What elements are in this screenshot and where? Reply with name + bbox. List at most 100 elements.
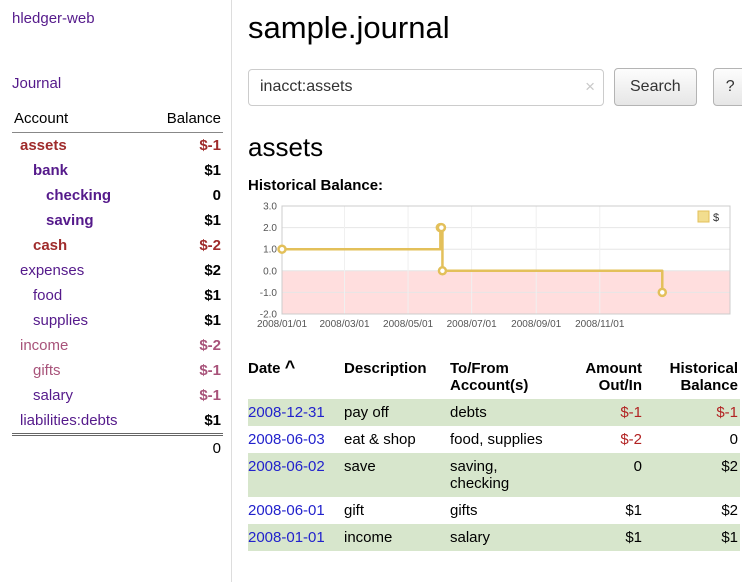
account-link-gifts[interactable]: gifts bbox=[33, 362, 61, 379]
transaction-description: pay off bbox=[344, 399, 450, 426]
account-row-liabilities-debts: liabilities:debts $1 bbox=[12, 408, 223, 433]
account-link-expenses[interactable]: expenses bbox=[20, 262, 84, 279]
svg-text:2008/07/01: 2008/07/01 bbox=[447, 319, 497, 330]
hledger-web-app: hledger-web Journal Account Balance asse… bbox=[0, 0, 742, 582]
account-balance: $1 bbox=[204, 212, 221, 229]
sidebar-item-journal[interactable]: Journal bbox=[12, 75, 223, 92]
page-title: sample.journal bbox=[248, 10, 742, 46]
transaction-amount: $1 bbox=[562, 497, 644, 524]
account-row-assets: assets $-1 bbox=[12, 133, 223, 158]
account-row-food: food $1 bbox=[12, 283, 223, 308]
svg-text:-1.0: -1.0 bbox=[260, 288, 278, 299]
account-balance: 0 bbox=[213, 187, 221, 204]
account-link-liabilities-debts[interactable]: liabilities:debts bbox=[20, 412, 118, 429]
sidebar: hledger-web Journal Account Balance asse… bbox=[0, 0, 232, 582]
account-link-assets[interactable]: assets bbox=[20, 137, 67, 154]
transaction-description: income bbox=[344, 524, 450, 551]
svg-text:3.0: 3.0 bbox=[263, 202, 277, 213]
account-balance: $2 bbox=[204, 262, 221, 279]
account-row-income: income $-2 bbox=[12, 333, 223, 358]
transaction-amount: $1 bbox=[562, 524, 644, 551]
register-row: 2008-01-01 income salary $1 $1 bbox=[248, 524, 740, 551]
accounts-total: 0 bbox=[12, 433, 223, 461]
account-row-gifts: gifts $-1 bbox=[12, 358, 223, 383]
account-link-supplies[interactable]: supplies bbox=[33, 312, 88, 329]
transaction-date-link[interactable]: 2008-06-03 bbox=[248, 431, 325, 448]
account-link-bank[interactable]: bank bbox=[33, 162, 68, 179]
transaction-date-link[interactable]: 2008-12-31 bbox=[248, 404, 325, 421]
account-row-checking: checking 0 bbox=[12, 183, 223, 208]
account-link-checking[interactable]: checking bbox=[46, 187, 111, 204]
historical-balance-chart: 3.02.01.00.0-1.0-2.02008/01/012008/03/01… bbox=[248, 198, 740, 340]
account-balance: $1 bbox=[204, 412, 221, 429]
transaction-accounts: salary bbox=[450, 524, 562, 551]
svg-text:2008/09/01: 2008/09/01 bbox=[511, 319, 561, 330]
date-column-header[interactable]: Date ^ bbox=[248, 357, 344, 399]
transaction-accounts: debts bbox=[450, 399, 562, 426]
account-row-bank: bank $1 bbox=[12, 158, 223, 183]
svg-text:1.0: 1.0 bbox=[263, 245, 277, 256]
amount-column-header: Amount Out/In bbox=[562, 357, 644, 399]
search-button[interactable]: Search bbox=[614, 68, 697, 106]
transaction-balance: $-1 bbox=[644, 399, 740, 426]
clear-search-icon[interactable]: × bbox=[585, 77, 595, 97]
account-balance: $1 bbox=[204, 287, 221, 304]
account-link-cash[interactable]: cash bbox=[33, 237, 67, 254]
svg-text:2008/01/01: 2008/01/01 bbox=[257, 319, 307, 330]
search-input[interactable] bbox=[248, 69, 604, 106]
account-row-supplies: supplies $1 bbox=[12, 308, 223, 333]
svg-text:0.0: 0.0 bbox=[263, 266, 277, 277]
svg-text:2.0: 2.0 bbox=[263, 223, 277, 234]
account-link-income[interactable]: income bbox=[20, 337, 68, 354]
account-balance: $-2 bbox=[199, 337, 221, 354]
balance-column-header: Historical Balance bbox=[644, 357, 740, 399]
svg-text:2008/05/01: 2008/05/01 bbox=[383, 319, 433, 330]
register-header-row: Date ^ Description To/From Account(s) Am… bbox=[248, 357, 740, 399]
help-button[interactable]: ? bbox=[713, 68, 742, 106]
transaction-date-link[interactable]: 2008-01-01 bbox=[248, 529, 325, 546]
transaction-balance: $2 bbox=[644, 453, 740, 497]
transaction-description: gift bbox=[344, 497, 450, 524]
register-row: 2008-12-31 pay off debts $-1 $-1 bbox=[248, 399, 740, 426]
main-content: sample.journal × Search ? assets Histori… bbox=[232, 0, 742, 582]
transaction-accounts: saving, checking bbox=[450, 453, 562, 497]
register-row: 2008-06-01 gift gifts $1 $2 bbox=[248, 497, 740, 524]
transaction-amount: 0 bbox=[562, 453, 644, 497]
account-link-salary[interactable]: salary bbox=[33, 387, 73, 404]
account-row-expenses: expenses $2 bbox=[12, 258, 223, 283]
account-row-saving: saving $1 bbox=[12, 208, 223, 233]
chart-title: Historical Balance: bbox=[248, 177, 742, 194]
account-balance: $-1 bbox=[199, 137, 221, 154]
transaction-amount: $-2 bbox=[562, 426, 644, 453]
balance-column-header: Balance bbox=[167, 110, 221, 127]
transaction-balance: 0 bbox=[644, 426, 740, 453]
transaction-description: eat & shop bbox=[344, 426, 450, 453]
svg-text:2008/03/01: 2008/03/01 bbox=[319, 319, 369, 330]
date-header-label: Date bbox=[248, 360, 281, 377]
account-balance: $1 bbox=[204, 312, 221, 329]
account-balance: $-1 bbox=[199, 387, 221, 404]
sort-ascending-icon: ^ bbox=[285, 357, 296, 377]
transaction-accounts: gifts bbox=[450, 497, 562, 524]
transaction-date-link[interactable]: 2008-06-02 bbox=[248, 458, 325, 475]
transaction-description: save bbox=[344, 453, 450, 497]
register-table: Date ^ Description To/From Account(s) Am… bbox=[248, 357, 740, 551]
account-link-food[interactable]: food bbox=[33, 287, 62, 304]
search-box: × bbox=[248, 69, 604, 106]
transaction-amount: $-1 bbox=[562, 399, 644, 426]
account-balance: $-1 bbox=[199, 362, 221, 379]
transaction-date-link[interactable]: 2008-06-01 bbox=[248, 502, 325, 519]
account-row-cash: cash $-2 bbox=[12, 233, 223, 258]
svg-text:2008/11/01: 2008/11/01 bbox=[575, 319, 625, 330]
search-row: × Search ? bbox=[248, 68, 742, 106]
account-column-header: Account bbox=[14, 110, 68, 127]
accounts-table-header: Account Balance bbox=[12, 108, 223, 133]
description-column-header: Description bbox=[344, 357, 450, 399]
account-heading: assets bbox=[248, 132, 742, 163]
accounts-column-header: To/From Account(s) bbox=[450, 357, 562, 399]
account-balance: $-2 bbox=[199, 237, 221, 254]
account-link-saving[interactable]: saving bbox=[46, 212, 94, 229]
register-row: 2008-06-03 eat & shop food, supplies $-2… bbox=[248, 426, 740, 453]
account-row-salary: salary $-1 bbox=[12, 383, 223, 408]
app-title-link[interactable]: hledger-web bbox=[12, 10, 223, 27]
